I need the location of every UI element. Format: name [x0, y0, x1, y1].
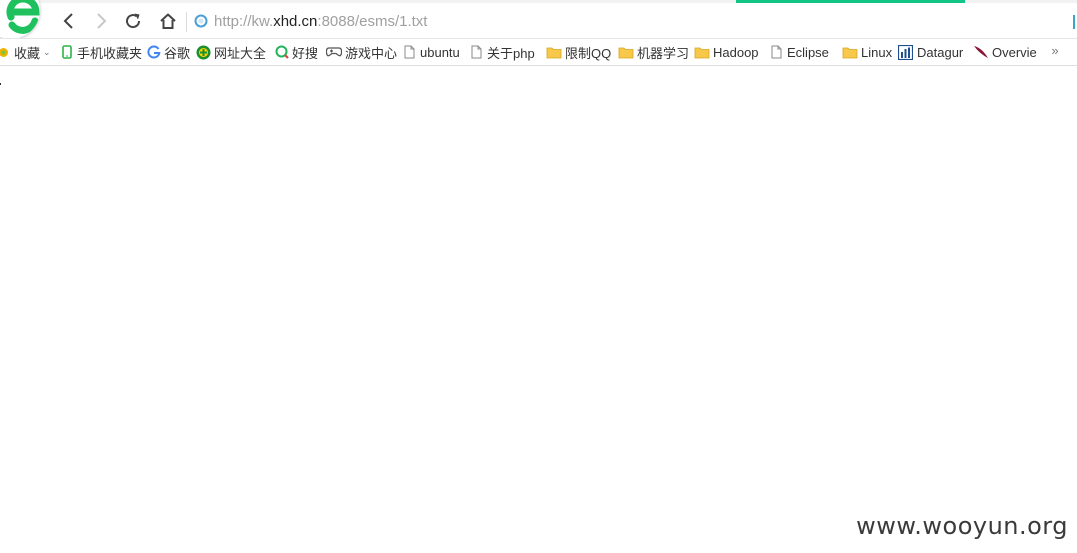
back-button[interactable]: [56, 8, 82, 34]
bookmark-hadoop[interactable]: Hadoop: [693, 43, 759, 61]
bookmark-label: 手机收藏夹: [77, 45, 143, 61]
home-icon: [160, 13, 176, 29]
refresh-icon: [126, 13, 141, 29]
bookmark-label: Hadoop: [713, 44, 759, 60]
bookmark-label: 关于php: [487, 45, 535, 61]
chevron-down-icon: ⌄: [43, 46, 51, 57]
chart-icon: [897, 44, 914, 60]
chevron-right-icon: [97, 13, 107, 29]
sidebar-edge[interactable]: [1073, 15, 1077, 29]
address-bar[interactable]: http://kw.xhd.cn:8088/esms/1.txt: [190, 7, 1040, 35]
more-bookmarks-button[interactable]: »: [1048, 42, 1062, 60]
bookmark-label: Eclipse: [787, 44, 829, 60]
bookmark-label: 收藏: [14, 45, 41, 61]
favorites-icon: [0, 45, 11, 60]
bookmark-linux[interactable]: Linux: [841, 43, 892, 61]
site-globe-icon: [194, 14, 208, 28]
bookmark-ubuntu[interactable]: ubuntu: [402, 43, 460, 61]
page-icon: [769, 45, 784, 60]
bookmark-overview[interactable]: Overvie: [972, 43, 1037, 61]
bookmark-label: Datagur: [917, 44, 964, 60]
bookmark-label: Overvie: [992, 44, 1037, 60]
bookmark-label: 游戏中心: [345, 45, 398, 61]
url-text[interactable]: http://kw.xhd.cn:8088/esms/1.txt: [214, 13, 427, 30]
bookmark-label: ubuntu: [420, 44, 460, 60]
bookmark-haosou[interactable]: 好搜: [274, 43, 318, 61]
bookmark-datagur[interactable]: Datagur: [897, 43, 963, 61]
browser-toolbar: http://kw.xhd.cn:8088/esms/1.txt: [0, 0, 1077, 39]
bookmark-eclipse[interactable]: Eclipse: [769, 43, 829, 61]
watermark-text: www.wooyun.org: [856, 512, 1068, 540]
browser-window: http://kw.xhd.cn:8088/esms/1.txt 收藏 ⌄ 手机…: [0, 0, 1077, 553]
address-separator: [186, 12, 187, 32]
phone-icon: [59, 45, 74, 60]
bookmark-label: 机器学习: [637, 45, 690, 61]
google-icon: [146, 45, 161, 60]
page-icon: [469, 45, 484, 60]
bookmark-games[interactable]: 游戏中心: [325, 43, 397, 61]
bookmark-machine-learning[interactable]: 机器学习: [617, 43, 689, 61]
folder-icon: [617, 45, 634, 60]
home-button[interactable]: [155, 8, 181, 34]
url-suffix: :8088/esms/1.txt: [317, 12, 428, 30]
text-caret: [0, 83, 1, 85]
feather-icon: [972, 45, 989, 60]
page-icon: [402, 45, 417, 60]
bookmark-mobile[interactable]: 手机收藏夹: [59, 43, 142, 61]
bookmark-label: 限制QQ: [565, 45, 612, 61]
url-prefix: http://kw.: [214, 12, 274, 30]
gamepad-icon: [325, 45, 342, 60]
bookmark-label: 好搜: [292, 45, 319, 61]
bookmark-label: Linux: [861, 44, 893, 60]
bookmark-sites[interactable]: 网址大全: [196, 43, 266, 61]
bookmarks-bar: 收藏 ⌄ 手机收藏夹 谷歌 网址大全 好搜 游戏中心 ubuntu 关于php …: [0, 39, 1077, 65]
chevron-left-icon: [63, 13, 73, 29]
bookmark-about-php[interactable]: 关于php: [469, 43, 535, 61]
bookmark-label: 网址大全: [214, 45, 267, 61]
bookmark-limit-qq[interactable]: 限制QQ: [545, 43, 611, 61]
bookmark-label: 谷歌: [164, 45, 191, 61]
bookmark-google[interactable]: 谷歌: [146, 43, 190, 61]
folder-icon: [841, 45, 858, 60]
refresh-button[interactable]: [120, 8, 146, 34]
sites-icon: [196, 45, 211, 60]
folder-icon: [693, 45, 710, 60]
forward-button[interactable]: [88, 8, 114, 34]
page-content: [0, 66, 1077, 553]
browser-logo-icon[interactable]: [0, 0, 40, 39]
folder-icon: [545, 45, 562, 60]
haosou-icon: [274, 45, 289, 60]
bookmark-favorites[interactable]: 收藏 ⌄: [0, 43, 51, 61]
url-host: xhd.cn: [273, 12, 318, 30]
